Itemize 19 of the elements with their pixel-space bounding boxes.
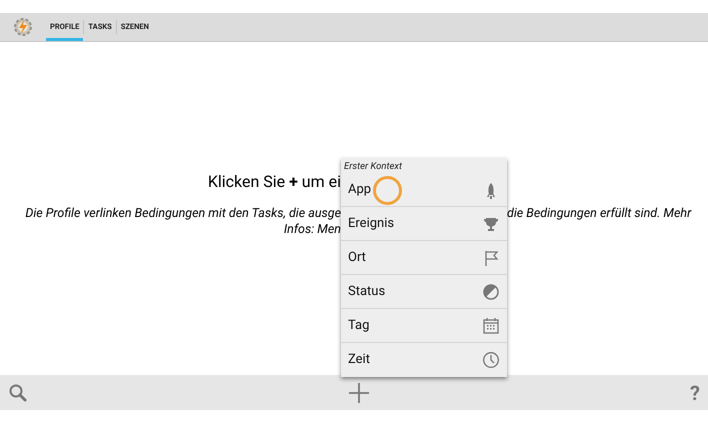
menu-item[interactable]: Ereignis xyxy=(348,214,394,234)
plus-icon[interactable] xyxy=(348,382,370,404)
help-button[interactable]: ? xyxy=(690,382,700,402)
menu-title: Erster Kontext xyxy=(343,160,403,173)
search-icon[interactable] xyxy=(8,382,28,402)
menu-item[interactable]: Ort xyxy=(348,248,366,268)
heading-text: Klicken Sie + um ei xyxy=(206,172,341,192)
menu-item[interactable]: Status xyxy=(348,282,386,302)
menu-item[interactable]: Zeit xyxy=(348,350,370,370)
menu-item[interactable]: Tag xyxy=(348,316,370,336)
calendar-icon xyxy=(482,316,500,334)
description-text: Infos: Men xyxy=(282,222,341,238)
clock-icon xyxy=(482,351,500,369)
description-text: die Bedingungen erfüllt sind. Mehr xyxy=(507,206,692,222)
gear-lightning-icon[interactable] xyxy=(12,16,34,38)
touch-ring-icon xyxy=(373,176,402,205)
half-circle-icon xyxy=(482,282,500,300)
menu-item[interactable]: App xyxy=(348,180,372,200)
description-text: Die Profile verlinken Bedingungen mit den Tasks, die ausge xyxy=(24,206,341,222)
